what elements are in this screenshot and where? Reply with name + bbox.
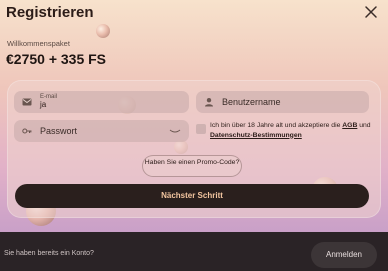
terms-text: Ich bin über 18 Jahre alt und akzeptiere… xyxy=(210,121,380,140)
existing-account-text: Sie haben bereits ein Konto? xyxy=(4,250,94,257)
password-field[interactable]: Passwort xyxy=(14,120,189,142)
terms-text-mid: und xyxy=(357,122,371,129)
promo-code-button[interactable]: Haben Sie einen Promo-Code? xyxy=(142,155,242,177)
email-value[interactable]: ja xyxy=(40,100,46,109)
username-placeholder: Benutzername xyxy=(222,97,281,107)
eye-closed-icon[interactable] xyxy=(169,126,181,136)
next-step-button[interactable]: Nächster Schritt xyxy=(15,184,369,208)
terms-checkbox[interactable] xyxy=(196,124,206,134)
user-icon xyxy=(205,98,213,107)
close-icon[interactable] xyxy=(363,4,379,20)
login-button[interactable]: Anmelden xyxy=(311,242,377,268)
mail-icon xyxy=(22,98,32,106)
email-field[interactable]: E-mail ja xyxy=(14,91,189,113)
bonus-amount: €2750 + 335 FS xyxy=(6,51,107,67)
page-title: Registrieren xyxy=(6,4,94,21)
key-icon xyxy=(22,128,32,134)
privacy-link[interactable]: Datenschutz-Bestimmungen xyxy=(210,132,302,139)
footer: Sie haben bereits ein Konto? Anmelden xyxy=(0,232,388,271)
coin-decoration xyxy=(96,24,110,38)
registration-modal: Registrieren Willkommenspaket €2750 + 33… xyxy=(0,0,388,232)
username-field[interactable]: Benutzername xyxy=(196,91,369,113)
welcome-package-label: Willkommenspaket xyxy=(7,39,70,48)
agb-link[interactable]: AGB xyxy=(342,122,357,129)
password-placeholder: Passwort xyxy=(40,126,78,136)
terms-text-before: Ich bin über 18 Jahre alt und akzeptiere… xyxy=(210,122,343,129)
